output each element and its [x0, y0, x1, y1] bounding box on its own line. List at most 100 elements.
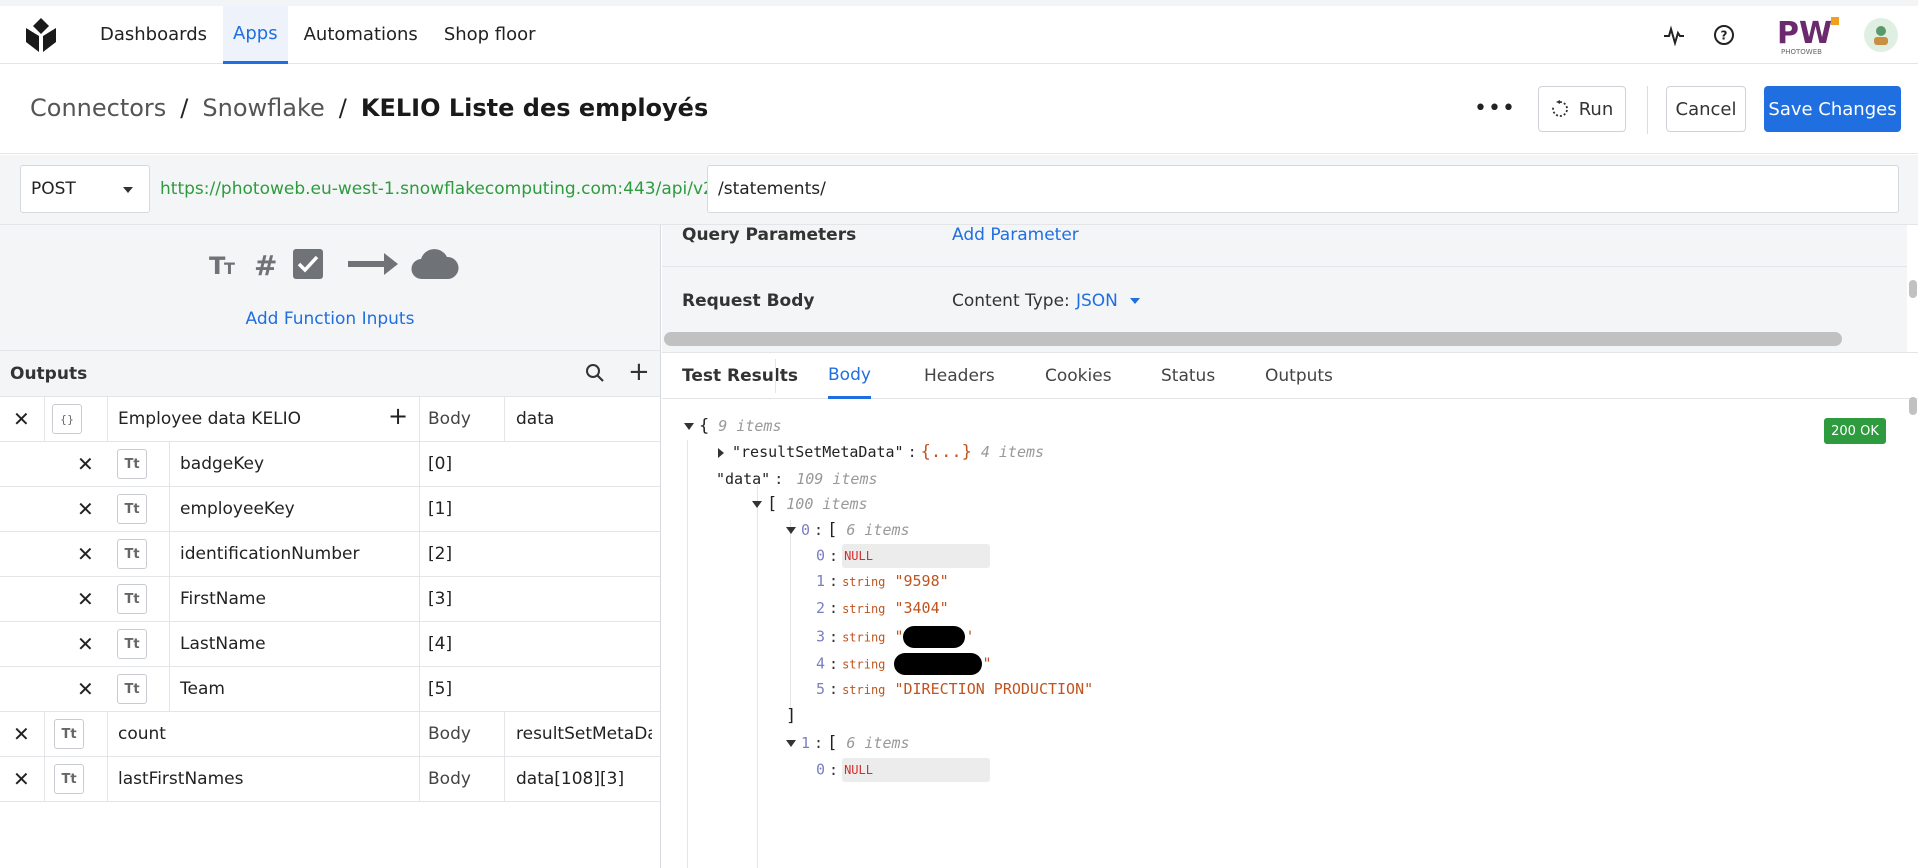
output-key[interactable]: [2] — [428, 544, 452, 564]
output-name[interactable]: Employee data KELIO — [118, 409, 301, 429]
arrow-right-icon[interactable] — [346, 249, 400, 279]
request-url-bar: POST https://photoweb.eu-west-1.snowflak… — [0, 155, 1918, 225]
column-divider — [169, 622, 170, 667]
tab-cookies[interactable]: Cookies — [1045, 353, 1112, 399]
text-type-icon[interactable]: Tt — [117, 674, 147, 704]
text-type-icon[interactable]: Tt — [54, 764, 84, 794]
output-key[interactable]: [4] — [428, 634, 452, 654]
tab-status[interactable]: Status — [1161, 353, 1215, 399]
breadcrumb-connectors[interactable]: Connectors — [30, 94, 166, 122]
nav-automations[interactable]: Automations — [294, 6, 428, 64]
top-nav: Dashboards Apps Automations Shop floor ?… — [0, 0, 1918, 64]
add-parameter-link[interactable]: Add Parameter — [952, 225, 1079, 245]
column-divider — [107, 757, 108, 802]
text-type-icon[interactable]: Tt — [117, 629, 147, 659]
text-type-icon[interactable]: Tt — [117, 539, 147, 569]
add-child-icon[interactable]: + — [388, 404, 408, 428]
output-name[interactable]: badgeKey — [180, 454, 264, 474]
remove-icon[interactable]: ✕ — [13, 409, 30, 429]
tab-outputs[interactable]: Outputs — [1265, 353, 1333, 399]
remove-icon[interactable]: ✕ — [77, 679, 94, 699]
output-key[interactable]: [0] — [428, 454, 452, 474]
run-label: Run — [1578, 98, 1614, 120]
nav-dashboards[interactable]: Dashboards — [90, 6, 217, 64]
expand-icon[interactable] — [718, 447, 724, 458]
text-type-icon[interactable]: Tt — [54, 719, 84, 749]
output-name[interactable]: lastFirstNames — [118, 769, 243, 789]
output-row: ✕ Tt FirstName [3] — [0, 577, 660, 622]
boolean-type-icon[interactable] — [292, 248, 324, 280]
text-type-icon[interactable]: TT — [208, 247, 242, 281]
content-type-select[interactable]: JSON — [1076, 291, 1118, 311]
column-divider — [419, 487, 420, 532]
tab-headers[interactable]: Headers — [924, 353, 995, 399]
output-name[interactable]: employeeKey — [180, 499, 295, 519]
chevron-down-icon[interactable] — [1130, 298, 1140, 304]
collapse-icon[interactable] — [684, 423, 694, 430]
nav-right-tools: ? PW PHOTOWEB — [1644, 6, 1918, 64]
horizontal-scrollbar[interactable] — [664, 332, 1842, 346]
collapse-icon[interactable] — [752, 501, 762, 508]
help-icon[interactable]: ? — [1704, 15, 1744, 55]
output-name[interactable]: identificationNumber — [180, 544, 359, 564]
add-output-icon[interactable]: + — [628, 359, 650, 385]
output-row: ✕ Tt employeeKey [1] — [0, 487, 660, 532]
tab-body[interactable]: Body — [828, 353, 871, 399]
remove-icon[interactable]: ✕ — [77, 454, 94, 474]
avatar[interactable] — [1864, 18, 1898, 52]
output-name[interactable]: count — [118, 724, 166, 744]
collapse-icon[interactable] — [786, 740, 796, 747]
remove-icon[interactable]: ✕ — [77, 634, 94, 654]
svg-text:PHOTOWEB: PHOTOWEB — [1781, 48, 1822, 56]
json-value: 0: NULL — [816, 758, 991, 782]
svg-text:#: # — [254, 249, 277, 281]
nav-shop-floor[interactable]: Shop floor — [434, 6, 546, 64]
remove-icon[interactable]: ✕ — [77, 544, 94, 564]
activity-icon[interactable] — [1654, 15, 1694, 55]
output-source[interactable]: Body — [428, 769, 471, 789]
remove-icon[interactable]: ✕ — [77, 589, 94, 609]
output-name[interactable]: FirstName — [180, 589, 266, 609]
output-key[interactable]: data[108][3] — [516, 769, 624, 789]
output-key[interactable]: data — [516, 409, 554, 429]
remove-icon[interactable]: ✕ — [13, 769, 30, 789]
breadcrumb-snowflake[interactable]: Snowflake — [202, 94, 324, 122]
vertical-scrollbar[interactable] — [1909, 280, 1917, 298]
object-type-icon[interactable]: {} — [52, 404, 82, 434]
output-source[interactable]: Body — [428, 724, 471, 744]
remove-icon[interactable]: ✕ — [77, 499, 94, 519]
output-key[interactable]: [1] — [428, 499, 452, 519]
save-changes-button[interactable]: Save Changes — [1764, 86, 1901, 132]
add-function-inputs-link[interactable]: Add Function Inputs — [0, 309, 660, 329]
column-divider — [44, 397, 45, 442]
text-type-icon[interactable]: Tt — [117, 584, 147, 614]
output-key[interactable]: [3] — [428, 589, 452, 609]
tulip-logo-icon[interactable] — [22, 16, 60, 54]
json-row-1: 1:[ 6 items — [786, 733, 910, 753]
text-type-icon[interactable]: Tt — [117, 494, 147, 524]
search-icon[interactable] — [585, 363, 605, 383]
number-type-icon[interactable]: # — [252, 247, 282, 281]
page-title: KELIO Liste des employés — [360, 94, 709, 122]
output-name[interactable]: LastName — [180, 634, 266, 654]
run-button[interactable]: Run — [1538, 86, 1626, 132]
text-type-icon[interactable]: Tt — [117, 449, 147, 479]
column-divider — [44, 712, 45, 757]
json-value: 2: string "3404" — [816, 599, 949, 617]
remove-icon[interactable]: ✕ — [13, 724, 30, 744]
cancel-button[interactable]: Cancel — [1666, 86, 1746, 132]
output-key[interactable]: [5] — [428, 679, 452, 699]
output-key[interactable]: resultSetMetaData — [516, 724, 652, 744]
cloud-icon[interactable] — [410, 247, 460, 281]
column-divider — [169, 577, 170, 622]
more-options-button[interactable]: ••• — [1474, 86, 1515, 130]
collapse-icon[interactable] — [786, 527, 796, 534]
output-name[interactable]: Team — [180, 679, 225, 699]
column-divider — [504, 757, 505, 802]
output-source[interactable]: Body — [428, 409, 471, 429]
method-select[interactable]: POST — [20, 165, 150, 213]
path-input[interactable] — [707, 165, 1899, 213]
collapsed-object[interactable]: {...} — [921, 442, 972, 462]
column-divider — [419, 397, 420, 442]
nav-apps[interactable]: Apps — [223, 5, 288, 64]
